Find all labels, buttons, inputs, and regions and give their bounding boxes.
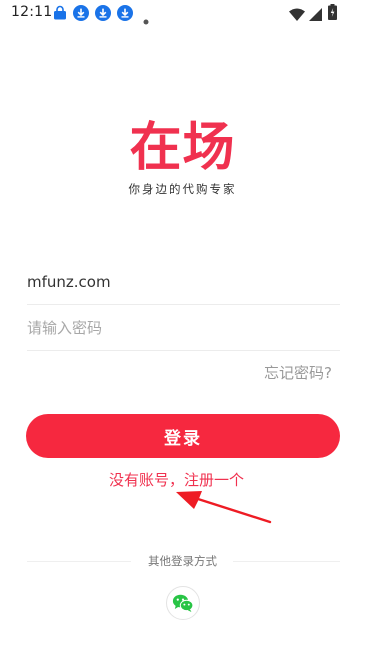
other-login-label: 其他登录方式 (148, 554, 217, 568)
dot-icon (143, 10, 149, 29)
download-icon (95, 5, 111, 25)
wechat-login-button[interactable] (166, 586, 200, 620)
status-time: 12:11 (11, 4, 53, 20)
app-logo: 在场 (129, 118, 236, 178)
bag-icon (52, 5, 68, 25)
status-bar: 12:11 (0, 0, 365, 26)
username-input[interactable] (27, 260, 340, 305)
app-tagline: 你身边的代购专家 (128, 182, 237, 196)
annotation-arrow-icon (176, 491, 272, 524)
forgot-password-link[interactable]: 忘记密码? (264, 362, 332, 383)
download-icon (117, 5, 133, 25)
download-icon (73, 5, 89, 25)
battery-icon (328, 4, 337, 24)
wifi-icon (289, 6, 305, 25)
wechat-icon (172, 594, 194, 612)
login-button[interactable]: 登录 (26, 414, 340, 458)
signal-icon (309, 6, 322, 25)
password-input[interactable] (27, 306, 340, 351)
